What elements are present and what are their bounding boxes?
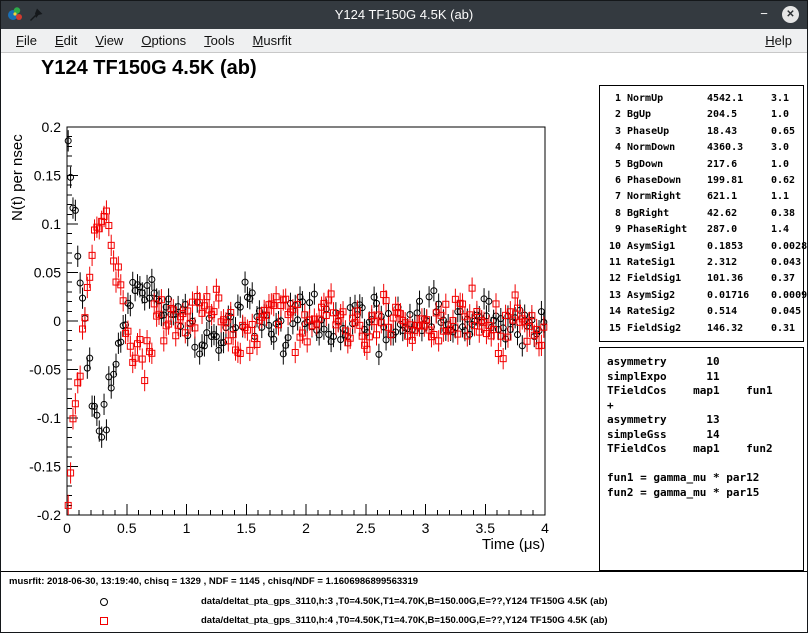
legend-label: data/deltat_pta_gps_3110,h:4 ,T0=4.50K,T… [201,615,608,626]
svg-text:0: 0 [53,313,61,329]
svg-text:0.5: 0.5 [117,520,137,536]
param-row: 11RateSig12.3120.043 [605,255,800,271]
param-row: 9PhaseRight287.01.4 [605,222,800,238]
theory-box: asymmetry 10simplExpo 11TFieldCos map1 f… [599,347,804,571]
param-row: 13AsymSig20.017160.00098 [605,288,800,304]
theory-line: + [607,399,799,414]
svg-text:-0.1: -0.1 [37,410,61,426]
theory-line [607,457,799,472]
param-row: 6PhaseDown199.810.62 [605,173,800,189]
legend-label: data/deltat_pta_gps_3110,h:3 ,T0=4.50K,T… [201,596,608,607]
minimize-button[interactable]: − [756,6,772,23]
param-row: 14RateSig20.5140.045 [605,304,800,320]
menubar: File Edit View Options Tools Musrfit Hel… [1,29,807,53]
canvas-area: Y124 TF150G 4.5K (ab) 0 0.5 1 1.5 2 2.5 3 3.5 4 -… [1,53,807,632]
menu-file[interactable]: File [7,30,46,51]
plot-title: Y124 TF150G 4.5K (ab) [41,57,257,80]
parameter-table: 1NormUp4542.13.12BgUp204.51.03PhaseUp18.… [599,85,804,342]
musrview-window: Y124 TF150G 4.5K (ab) − ✕ File Edit View… [0,0,808,633]
square-marker-icon [98,615,110,627]
theory-line: TFieldCos map1 fun1 [607,384,799,399]
param-row: 3PhaseUp18.430.65 [605,124,800,140]
theory-line: asymmetry 10 [607,355,799,370]
svg-text:0.05: 0.05 [34,265,61,281]
param-row: 8BgRight42.620.38 [605,206,800,222]
svg-text:0.1: 0.1 [42,216,62,232]
svg-text:3: 3 [422,520,430,536]
svg-text:0: 0 [63,520,71,536]
divider [1,571,807,572]
svg-text:-0.05: -0.05 [29,362,61,378]
svg-text:2: 2 [302,520,310,536]
menu-tools[interactable]: Tools [195,30,243,51]
menu-help[interactable]: Help [756,30,801,51]
param-row: 4NormDown4360.33.0 [605,140,800,156]
param-row: 12FieldSig1101.360.37 [605,271,800,287]
theory-line: fun1 = gamma_mu * par12 [607,471,799,486]
legend-item: data/deltat_pta_gps_3110,h:3 ,T0=4.50K,T… [1,593,807,611]
svg-text:Time (μs): Time (μs) [482,536,545,553]
menu-edit[interactable]: Edit [46,30,86,51]
fit-info: musrfit: 2018-06-30, 13:19:40, chisq = 1… [9,576,418,587]
theory-line: TFieldCos map1 fun2 [607,442,799,457]
svg-text:0.15: 0.15 [34,168,61,184]
menu-musrfit[interactable]: Musrfit [244,30,301,51]
titlebar[interactable]: Y124 TF150G 4.5K (ab) − ✕ [1,1,807,29]
svg-text:-0.2: -0.2 [37,507,61,523]
svg-text:0.2: 0.2 [42,119,62,135]
svg-text:2.5: 2.5 [356,520,376,536]
circle-marker-icon [98,596,110,608]
close-button[interactable]: ✕ [782,6,799,23]
param-row: 5BgDown217.61.0 [605,157,800,173]
theory-line: asymmetry 13 [607,413,799,428]
svg-text:4: 4 [541,520,549,536]
svg-text:1.5: 1.5 [237,520,257,536]
plot-canvas[interactable]: 0 0.5 1 1.5 2 2.5 3 3.5 4 -0.2 -0.15 -0.1 -0.05 0 0.05… [7,111,597,571]
window-title: Y124 TF150G 4.5K (ab) [1,1,807,29]
theory-line: simpleGss 14 [607,428,799,443]
menu-options[interactable]: Options [132,30,195,51]
param-row: 15FieldSig2146.320.31 [605,321,800,337]
legend-item: data/deltat_pta_gps_3110,h:4 ,T0=4.50K,T… [1,612,807,630]
svg-text:3.5: 3.5 [476,520,496,536]
menu-view[interactable]: View [86,30,132,51]
theory-line: fun2 = gamma_mu * par15 [607,486,799,501]
theory-line: simplExpo 11 [607,370,799,385]
svg-text:-0.15: -0.15 [29,459,61,475]
param-row: 7NormRight621.11.1 [605,189,800,205]
svg-text:N(t) per nsec: N(t) per nsec [9,134,26,221]
param-row: 1NormUp4542.13.1 [605,91,800,107]
param-row: 10AsymSig10.18530.0028 [605,239,800,255]
svg-text:1: 1 [183,520,191,536]
param-row: 2BgUp204.51.0 [605,107,800,123]
